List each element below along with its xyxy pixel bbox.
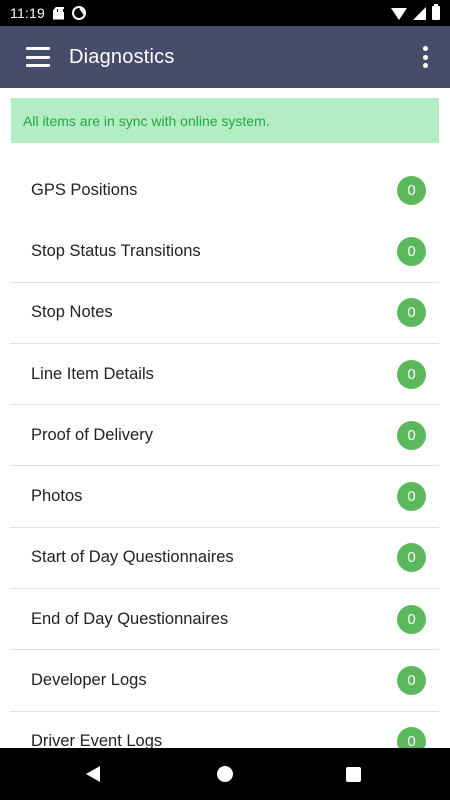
sync-icon bbox=[72, 6, 86, 20]
sync-status-banner: All items are in sync with online system… bbox=[11, 98, 439, 143]
count-badge: 0 bbox=[397, 176, 426, 206]
list-item[interactable]: Photos 0 bbox=[10, 466, 439, 528]
status-right bbox=[391, 4, 440, 20]
status-bar: 11:19 bbox=[0, 0, 450, 26]
back-icon[interactable] bbox=[86, 766, 100, 782]
system-nav-bar bbox=[0, 748, 450, 800]
count-badge: 0 bbox=[397, 666, 426, 696]
menu-icon[interactable] bbox=[26, 47, 50, 67]
list-item-label: Stop Notes bbox=[31, 303, 113, 322]
list-item[interactable]: Line Item Details 0 bbox=[10, 344, 439, 406]
count-badge: 0 bbox=[397, 482, 426, 512]
list-item[interactable]: GPS Positions 0 bbox=[10, 160, 439, 221]
list-item[interactable]: Stop Notes 0 bbox=[10, 283, 439, 344]
list-item[interactable]: Developer Logs 0 bbox=[10, 650, 439, 712]
list-item-label: Developer Logs bbox=[31, 671, 147, 690]
app-bar: Diagnostics bbox=[0, 26, 450, 88]
list-item[interactable]: Proof of Delivery 0 bbox=[10, 405, 439, 467]
list-item-label: GPS Positions bbox=[31, 181, 138, 200]
list-item[interactable]: End of Day Questionnaires 0 bbox=[10, 589, 439, 651]
count-badge: 0 bbox=[397, 543, 426, 573]
list-item-label: Start of Day Questionnaires bbox=[31, 548, 234, 567]
list-item-label: Photos bbox=[31, 487, 83, 506]
list-item[interactable]: Start of Day Questionnaires 0 bbox=[10, 528, 439, 590]
wifi-icon bbox=[391, 8, 407, 20]
signal-icon bbox=[413, 6, 426, 20]
list-item-label: Line Item Details bbox=[31, 364, 154, 383]
status-time: 11:19 bbox=[10, 5, 45, 21]
list-item-label: Stop Status Transitions bbox=[31, 241, 201, 260]
list-item-label: Proof of Delivery bbox=[31, 425, 153, 444]
diagnostics-list: GPS Positions 0 Stop Status Transitions 0 St… bbox=[10, 160, 439, 773]
list-item-label: End of Day Questionnaires bbox=[31, 609, 229, 628]
count-badge: 0 bbox=[397, 298, 426, 328]
sync-status-message: All items are in sync with online system… bbox=[23, 112, 270, 129]
count-badge: 0 bbox=[397, 236, 426, 266]
status-left: 11:19 bbox=[10, 5, 86, 21]
sd-card-icon bbox=[53, 6, 64, 20]
list-item[interactable]: Stop Status Transitions 0 bbox=[10, 221, 439, 283]
battery-icon bbox=[432, 4, 440, 20]
count-badge: 0 bbox=[397, 359, 426, 389]
more-vert-icon[interactable] bbox=[420, 46, 430, 68]
home-icon[interactable] bbox=[217, 766, 233, 782]
count-badge: 0 bbox=[397, 604, 426, 634]
count-badge: 0 bbox=[397, 420, 426, 450]
page-title: Diagnostics bbox=[69, 45, 175, 68]
recents-icon[interactable] bbox=[346, 767, 361, 782]
